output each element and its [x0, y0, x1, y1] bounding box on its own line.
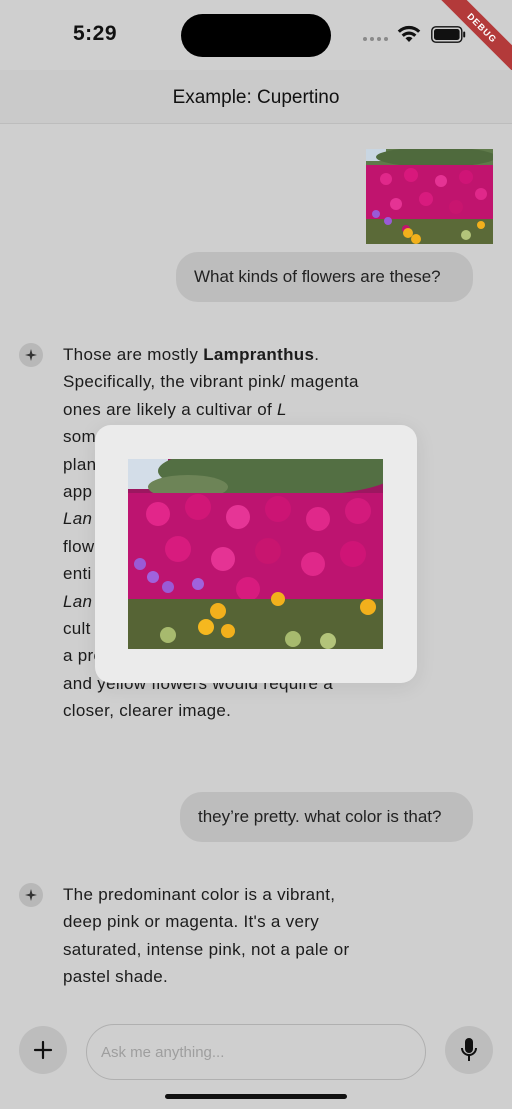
microphone-icon	[461, 1038, 477, 1061]
ai-response: The predominant color is a vibrant, deep…	[63, 885, 350, 987]
wifi-icon	[397, 25, 421, 42]
user-message: they’re pretty. what color is that?	[180, 792, 473, 842]
status-bar: 5:29 DEBUG	[0, 0, 512, 77]
user-message: What kinds of flowers are these?	[176, 252, 473, 302]
add-attachment-button[interactable]	[19, 1026, 67, 1074]
home-indicator	[165, 1094, 347, 1099]
sparkle-icon	[19, 883, 43, 907]
partial-line: enti	[63, 564, 92, 584]
battery-icon	[431, 26, 466, 43]
chat-input[interactable]	[86, 1024, 426, 1080]
sparkle-icon	[19, 343, 43, 367]
status-time: 5:29	[73, 22, 118, 45]
partial-line: Lan	[63, 591, 93, 611]
flower-photo-thumbnail	[366, 149, 493, 244]
attached-flower-image[interactable]	[366, 149, 493, 244]
flower-photo-large	[128, 459, 383, 649]
ai-response-text: Those are mostly	[63, 345, 204, 364]
dynamic-island	[181, 14, 331, 57]
signal-icon	[363, 37, 388, 41]
partial-line: plan	[63, 454, 97, 474]
image-preview-popup[interactable]	[95, 425, 417, 683]
partial-line: flow	[63, 536, 95, 556]
page-title: Example: Cupertino	[172, 87, 340, 108]
partial-line: Lan	[63, 509, 93, 529]
partial-line: som	[63, 427, 97, 447]
italic-term: L	[277, 399, 287, 419]
partial-line: cult	[63, 619, 91, 639]
plus-icon	[33, 1040, 53, 1060]
preview-image	[128, 459, 383, 649]
partial-line: app	[63, 482, 93, 502]
microphone-button[interactable]	[445, 1026, 493, 1074]
navigation-bar: Example: Cupertino	[0, 70, 512, 124]
bold-term: Lampranthus	[203, 345, 315, 364]
